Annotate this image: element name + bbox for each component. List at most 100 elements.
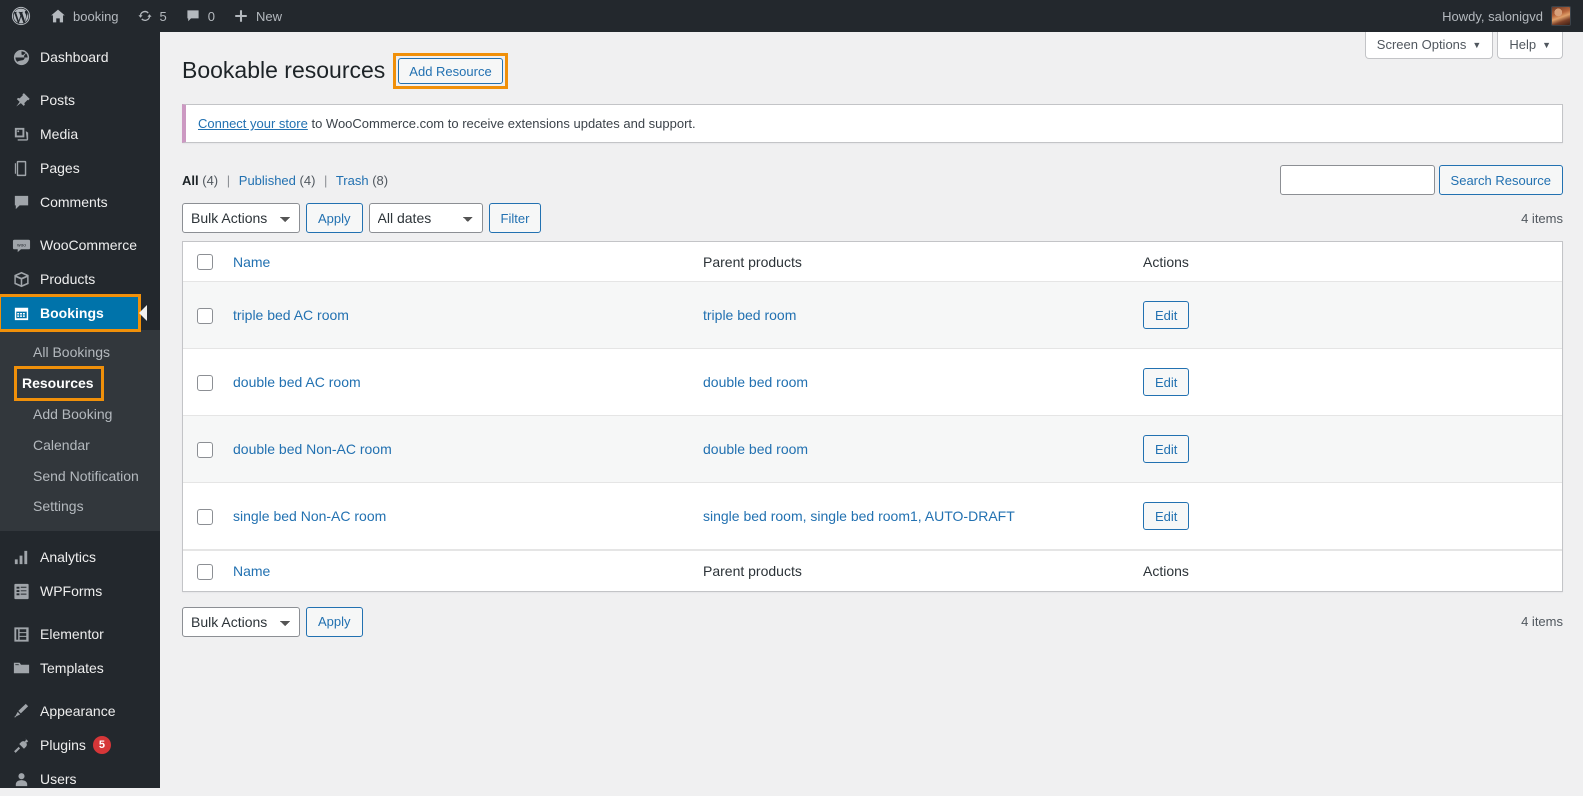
sidebar-item-templates[interactable]: Templates <box>0 651 160 685</box>
filter-button[interactable]: Filter <box>488 203 542 233</box>
row-parent-cell: single bed room, single bed room1, AUTO-… <box>693 483 1133 551</box>
chevron-down-icon: ▼ <box>1542 39 1551 50</box>
parent-product-link[interactable]: single bed room, single bed room1, AUTO-… <box>703 508 1015 524</box>
sidebar-item-settings[interactable]: Settings <box>0 491 160 522</box>
apply-button-bottom[interactable]: Apply <box>306 606 363 637</box>
sidebar-item-label: Media <box>40 126 79 142</box>
howdy-label[interactable]: Howdy, salonigvd <box>1442 9 1543 24</box>
sidebar-item-add-booking[interactable]: Add Booking <box>0 399 160 430</box>
sidebar-item-comments[interactable]: Comments <box>0 185 160 219</box>
user-avatar[interactable] <box>1551 6 1571 26</box>
parent-product-link[interactable]: triple bed room <box>703 307 796 323</box>
search-resource-button[interactable]: Search Resource <box>1438 165 1563 195</box>
parent-product-link[interactable]: double bed room <box>703 441 808 457</box>
sidebar-item-label: WooCommerce <box>40 237 137 253</box>
new-content-button[interactable]: New <box>224 0 291 32</box>
updates-count: 5 <box>159 8 167 24</box>
sidebar-item-label: Pages <box>40 160 80 176</box>
row-actions-cell: Edit <box>1133 483 1562 551</box>
tablenav-actions-top: Bulk Actions Apply All dates Filter <box>182 203 542 233</box>
column-header-parent-products: Parent products <box>693 242 1133 283</box>
sort-by-name-link-top[interactable]: Name <box>233 254 270 270</box>
row-checkbox[interactable] <box>197 441 213 458</box>
column-footer-parent-products: Parent products <box>693 550 1133 590</box>
new-label: New <box>256 8 283 24</box>
add-resource-button[interactable]: Add Resource <box>398 58 503 84</box>
row-name-cell: single bed Non-AC room <box>223 483 693 551</box>
edit-button[interactable]: Edit <box>1143 301 1190 330</box>
row-checkbox[interactable] <box>197 374 213 391</box>
sidebar-item-products[interactable]: Products <box>0 262 160 296</box>
apply-button-top[interactable]: Apply <box>306 203 363 233</box>
calendar-icon <box>11 303 31 323</box>
sidebar-item-users[interactable]: Users <box>0 762 160 796</box>
select-all-checkbox-bottom[interactable] <box>197 563 213 580</box>
sidebar-item-label: Elementor <box>40 626 104 643</box>
wordpress-logo-button[interactable] <box>0 0 41 32</box>
select-all-checkbox-top[interactable] <box>197 254 213 271</box>
sidebar-item-send-notification[interactable]: Send Notification <box>0 461 160 492</box>
bulk-actions-select-bottom[interactable]: Bulk Actions <box>182 606 300 637</box>
row-checkbox[interactable] <box>197 508 213 525</box>
search-input[interactable] <box>1279 165 1435 195</box>
elementor-icon <box>11 624 31 644</box>
woocommerce-icon: woo <box>11 235 31 255</box>
sidebar-item-calendar[interactable]: Calendar <box>0 430 160 461</box>
sidebar-item-dashboard[interactable]: Dashboard <box>0 40 160 74</box>
updates-button[interactable]: 5 <box>128 0 176 32</box>
resource-name-link[interactable]: triple bed AC room <box>233 307 349 323</box>
comments-icon <box>187 10 199 22</box>
sidebar-item-label: Posts <box>40 92 76 108</box>
resource-name-link[interactable]: double bed AC room <box>233 374 361 390</box>
sidebar-item-resources[interactable]: Resources <box>14 365 104 401</box>
row-checkbox-cell <box>183 349 223 417</box>
appearance-brush-icon <box>11 701 31 721</box>
row-checkbox[interactable] <box>197 307 213 324</box>
sidebar-item-plugins[interactable]: Plugins 5 <box>0 728 160 762</box>
view-trash-link[interactable]: Trash <box>336 173 369 188</box>
admin-bar: booking 5 0 New Howdy, salonigvd <box>0 0 1583 32</box>
edit-button[interactable]: Edit <box>1143 502 1190 531</box>
sidebar-item-appearance[interactable]: Appearance <box>0 694 160 728</box>
sidebar-item-woocommerce[interactable]: woo WooCommerce <box>0 228 160 262</box>
sidebar-item-posts[interactable]: Posts <box>0 83 160 117</box>
sidebar-item-wpforms[interactable]: WPForms <box>0 574 160 608</box>
screen-options-button[interactable]: Screen Options ▼ <box>1364 32 1494 59</box>
sidebar-item-media[interactable]: Media <box>0 117 160 151</box>
edit-button[interactable]: Edit <box>1143 435 1190 464</box>
comments-button[interactable]: 0 <box>176 0 224 32</box>
resource-name-link[interactable]: single bed Non-AC room <box>233 508 386 524</box>
sidebar-item-analytics[interactable]: Analytics <box>0 540 160 574</box>
page-header: Bookable resources Add Resource <box>182 53 1563 89</box>
screen-meta-links: Screen Options ▼ Help ▼ <box>1364 32 1563 59</box>
sort-by-name-link-bottom[interactable]: Name <box>233 563 270 579</box>
date-filter-select[interactable]: All dates <box>368 203 483 233</box>
view-all-link[interactable]: All <box>182 173 199 188</box>
edit-button[interactable]: Edit <box>1143 368 1190 397</box>
svg-text:woo: woo <box>17 243 26 248</box>
wpforms-icon <box>11 581 31 601</box>
site-name-button[interactable]: booking <box>41 0 128 32</box>
resource-name-link[interactable]: double bed Non-AC room <box>233 441 392 457</box>
sidebar-item-label: Dashboard <box>40 49 109 65</box>
sidebar-item-elementor[interactable]: Elementor <box>0 617 160 651</box>
parent-product-link[interactable]: double bed room <box>703 374 808 390</box>
main-content: Screen Options ▼ Help ▼ Bookable resourc… <box>160 32 1583 788</box>
add-resource-highlight: Add Resource <box>393 53 508 89</box>
sidebar-item-pages[interactable]: Pages <box>0 151 160 185</box>
bulk-actions-select-top[interactable]: Bulk Actions <box>182 203 300 233</box>
screen-options-label: Screen Options <box>1376 37 1467 52</box>
home-icon <box>51 9 65 23</box>
notice-rest-text: to WooCommerce.com to receive extensions… <box>307 116 696 131</box>
sidebar-item-all-bookings[interactable]: All Bookings <box>0 337 160 368</box>
sidebar-item-bookings[interactable]: Bookings <box>0 294 147 332</box>
view-published-link[interactable]: Published <box>239 173 296 188</box>
updates-icon <box>137 10 152 21</box>
table-footer-row: Name Parent products Actions <box>183 550 1562 590</box>
sidebar-item-label: Templates <box>40 660 104 677</box>
plugins-update-badge: 5 <box>92 736 111 755</box>
help-button[interactable]: Help ▼ <box>1497 32 1563 59</box>
page-wrap: Bookable resources Add Resource Connect … <box>160 32 1583 638</box>
row-name-cell: triple bed AC room <box>223 282 693 350</box>
connect-your-store-link[interactable]: Connect your store <box>198 116 308 131</box>
